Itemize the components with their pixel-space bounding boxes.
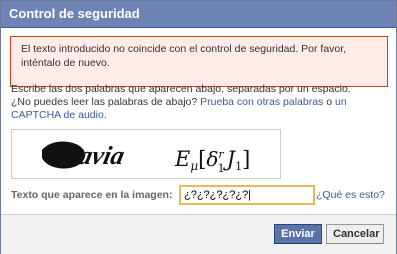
instructions-line: Escribe las dos palabras que aparecen ab…	[11, 83, 351, 95]
captcha-w2-rbracket: ]	[242, 147, 250, 171]
captcha-image: weavia Eμ[δr 1J1]	[11, 129, 281, 179]
captcha-w2-r: r	[218, 148, 224, 161]
captcha-answer-label: Texto que aparece en la imagen:	[11, 189, 173, 201]
whats-this-link[interactable]: ¿Qué es esto?	[316, 189, 385, 201]
dialog-footer: Enviar Cancelar	[1, 214, 396, 254]
captcha-image-graphic: weavia Eμ[δr 1J1]	[42, 141, 250, 175]
instructions: Escribe las dos palabras que aparecen ab…	[11, 83, 391, 122]
captcha-answer-input[interactable]	[179, 185, 315, 205]
dialog-title: Control de seguridad	[9, 6, 140, 21]
captcha-word-1: weavia	[48, 141, 128, 170]
captcha-w2-E: E	[174, 147, 190, 171]
error-message: El texto introducido no coincide con el …	[21, 43, 347, 69]
period-text: .	[103, 109, 107, 121]
captcha-w2-lbracket: [	[198, 147, 206, 171]
error-message-box: El texto introducido no coincide con el …	[10, 36, 388, 87]
security-check-dialog: Control de seguridad El texto introducid…	[0, 0, 397, 254]
captcha-w2-1b: 1	[235, 160, 242, 173]
captcha-w2-mu: μ	[190, 159, 198, 173]
captcha-w2-1a: 1	[218, 162, 225, 175]
alternatives-line: ¿No puedes leer las palabras de abajo? P…	[11, 96, 391, 122]
or-text: o	[326, 96, 333, 108]
captcha-answer-row: Texto que aparece en la imagen: ¿Qué es …	[11, 185, 391, 206]
submit-button[interactable]: Enviar	[274, 224, 322, 244]
dialog-titlebar: Control de seguridad	[1, 1, 396, 28]
try-other-words-link[interactable]: Prueba con otras palabras	[200, 96, 323, 108]
captcha-w2-delta: δ	[206, 147, 218, 171]
cant-read-question: ¿No puedes leer las palabras de abajo?	[11, 96, 198, 108]
cancel-button[interactable]: Cancelar	[326, 224, 384, 244]
captcha-word-2: Eμ[δr 1J1]	[174, 147, 250, 175]
